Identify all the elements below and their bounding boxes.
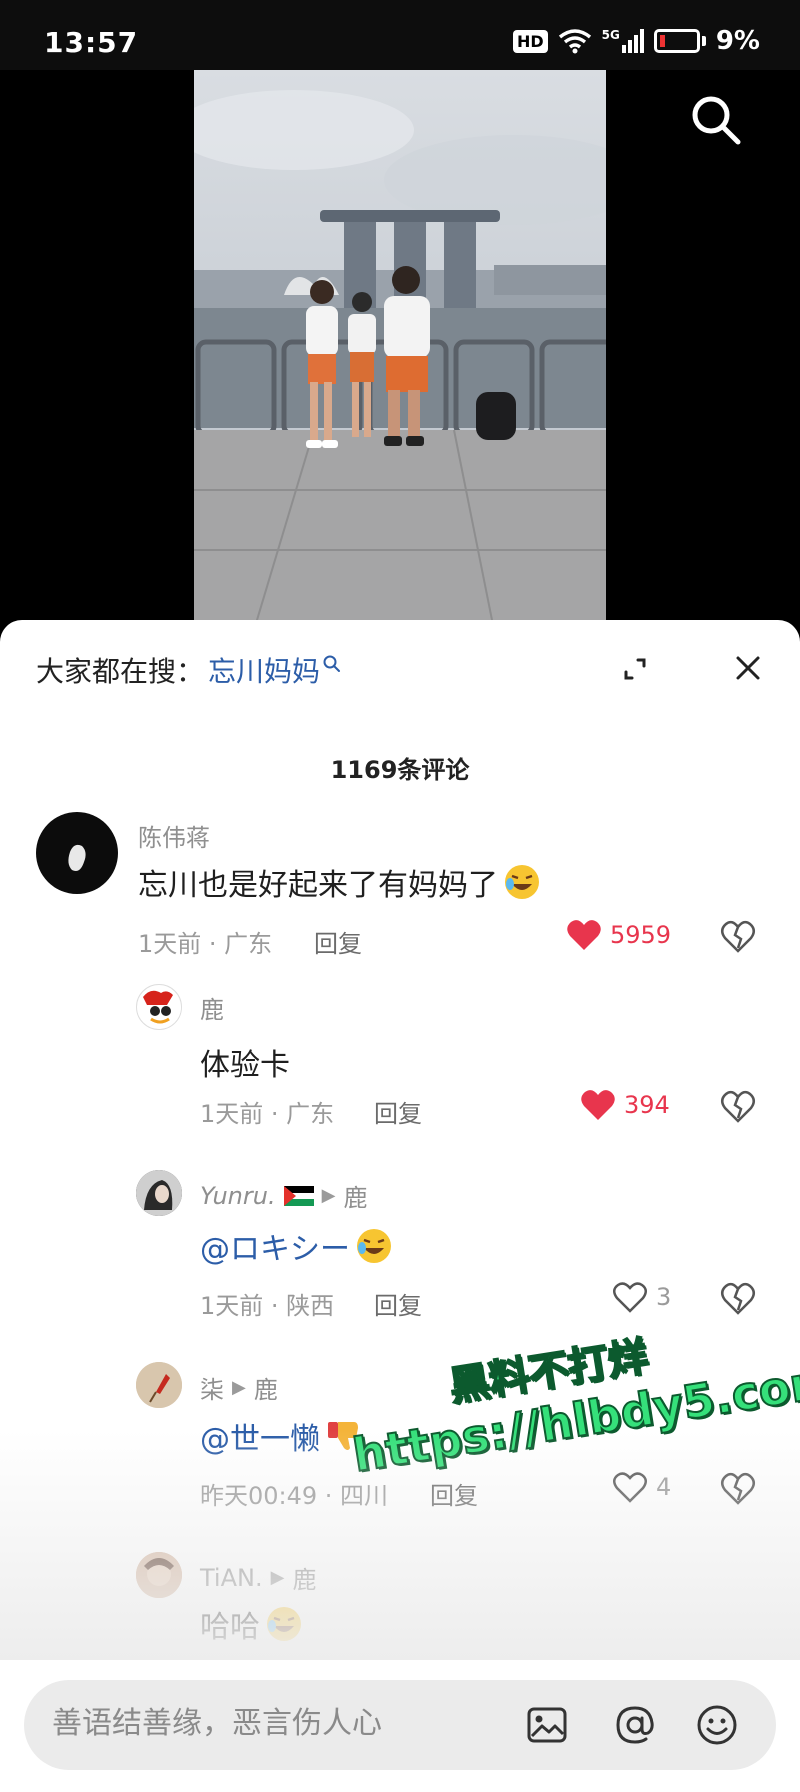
reply-to-user[interactable]: 鹿: [343, 1178, 367, 1213]
reply-button[interactable]: 回复: [374, 1286, 422, 1321]
heart-filled-icon: [581, 1090, 615, 1120]
trending-prefix: 大家都在搜：: [36, 655, 205, 688]
close-icon[interactable]: [732, 652, 764, 684]
small-search-icon: [323, 655, 341, 672]
laughing-emoji-icon: [267, 1607, 301, 1641]
comment-username[interactable]: 鹿: [200, 990, 224, 1025]
status-time: 13:57: [44, 26, 139, 59]
wifi-icon: [558, 29, 591, 54]
reply-arrow-icon: ▶: [321, 1185, 336, 1206]
dislike-icon[interactable]: [720, 918, 756, 954]
hd-badge: HD: [512, 29, 548, 53]
username[interactable]: TiAN.: [200, 1564, 263, 1592]
comment-meta: 1天前 · 广东: [200, 1100, 335, 1128]
video-player[interactable]: [0, 70, 800, 630]
heart-filled-icon: [567, 920, 601, 950]
comment-username[interactable]: TiAN. ▶ 鹿: [200, 1560, 316, 1595]
comment-meta: 1天前 · 广东: [138, 930, 273, 958]
status-bar: 13:57 HD 5G 9%: [0, 0, 800, 70]
comment-count: 1169条评论: [330, 756, 470, 784]
image-icon[interactable]: [524, 1702, 570, 1748]
battery-tip: [701, 36, 706, 46]
flag-icon: [283, 1185, 314, 1206]
comment-sheet: 大家都在搜： 忘川妈妈 1169条评论: [0, 620, 800, 1792]
battery-icon: [653, 29, 700, 53]
network-icon: 5G: [602, 29, 644, 53]
search-icon[interactable]: [686, 90, 746, 150]
like-count: 3: [656, 1283, 672, 1311]
like-count: 5959: [610, 921, 672, 949]
video-frame[interactable]: [194, 70, 606, 630]
expand-icon[interactable]: [620, 654, 650, 684]
reply-to-user[interactable]: 鹿: [292, 1560, 316, 1595]
heart-outline-icon: [613, 1472, 647, 1503]
status-icons: HD 5G 9%: [512, 26, 760, 56]
reply-button[interactable]: 回复: [374, 1094, 422, 1129]
username[interactable]: Yunru.: [200, 1182, 276, 1210]
avatar[interactable]: [136, 1170, 182, 1216]
like-button[interactable]: 4: [612, 1470, 671, 1504]
comment-input[interactable]: [52, 1706, 472, 1741]
like-button[interactable]: 5959: [566, 918, 671, 952]
comment-text-content: 哈哈: [200, 1610, 260, 1645]
like-button[interactable]: 3: [612, 1280, 671, 1314]
like-button[interactable]: 394: [580, 1088, 670, 1122]
comment-text: 忘川也是好起来了有妈妈了: [138, 860, 542, 904]
dislike-icon[interactable]: [720, 1470, 756, 1506]
mention-link[interactable]: @ロキシー: [200, 1224, 350, 1268]
avatar[interactable]: [136, 1552, 182, 1598]
reply-button[interactable]: 回复: [430, 1476, 478, 1511]
comment-username[interactable]: 柒 ▶ 鹿: [200, 1370, 278, 1405]
avatar[interactable]: [36, 812, 118, 894]
video-scene-image: [194, 70, 606, 630]
network-type: 5G: [601, 28, 620, 42]
battery-level: 9%: [715, 26, 760, 56]
like-count: 4: [656, 1473, 672, 1501]
mention-icon[interactable]: [612, 1702, 658, 1748]
comment-username[interactable]: 陈伟蒋: [138, 818, 210, 853]
comment-text: @ロキシー: [200, 1224, 394, 1268]
mention-link[interactable]: @世一懒: [200, 1414, 320, 1458]
comment-text: @世一懒: [200, 1414, 364, 1458]
trending-term[interactable]: 忘川妈妈: [208, 650, 320, 690]
avatar[interactable]: [136, 984, 182, 1030]
comment-meta: 1天前 · 陕西: [200, 1292, 335, 1320]
comment-text-content: 忘川也是好起来了有妈妈了: [138, 868, 498, 903]
like-count: 394: [624, 1091, 670, 1119]
emoji-icon[interactable]: [694, 1702, 740, 1748]
reply-button[interactable]: 回复: [314, 924, 362, 959]
avatar[interactable]: [136, 1362, 182, 1408]
heart-outline-icon: [613, 1282, 647, 1313]
comment-text: 哈哈: [200, 1602, 304, 1646]
comment-username[interactable]: Yunru. ▶ 鹿: [200, 1178, 367, 1213]
reply-arrow-icon: ▶: [232, 1377, 246, 1398]
dislike-icon[interactable]: [720, 1088, 756, 1124]
username[interactable]: 柒: [200, 1370, 224, 1405]
laughing-emoji-icon: [505, 865, 539, 899]
reply-to-user[interactable]: 鹿: [254, 1370, 278, 1405]
laughing-emoji-icon: [357, 1229, 391, 1263]
trending-search[interactable]: 大家都在搜： 忘川妈妈: [36, 650, 342, 690]
reply-arrow-icon: ▶: [270, 1567, 285, 1588]
comment-text: 体验卡: [200, 1048, 290, 1083]
comment-input-bar: [24, 1680, 776, 1770]
